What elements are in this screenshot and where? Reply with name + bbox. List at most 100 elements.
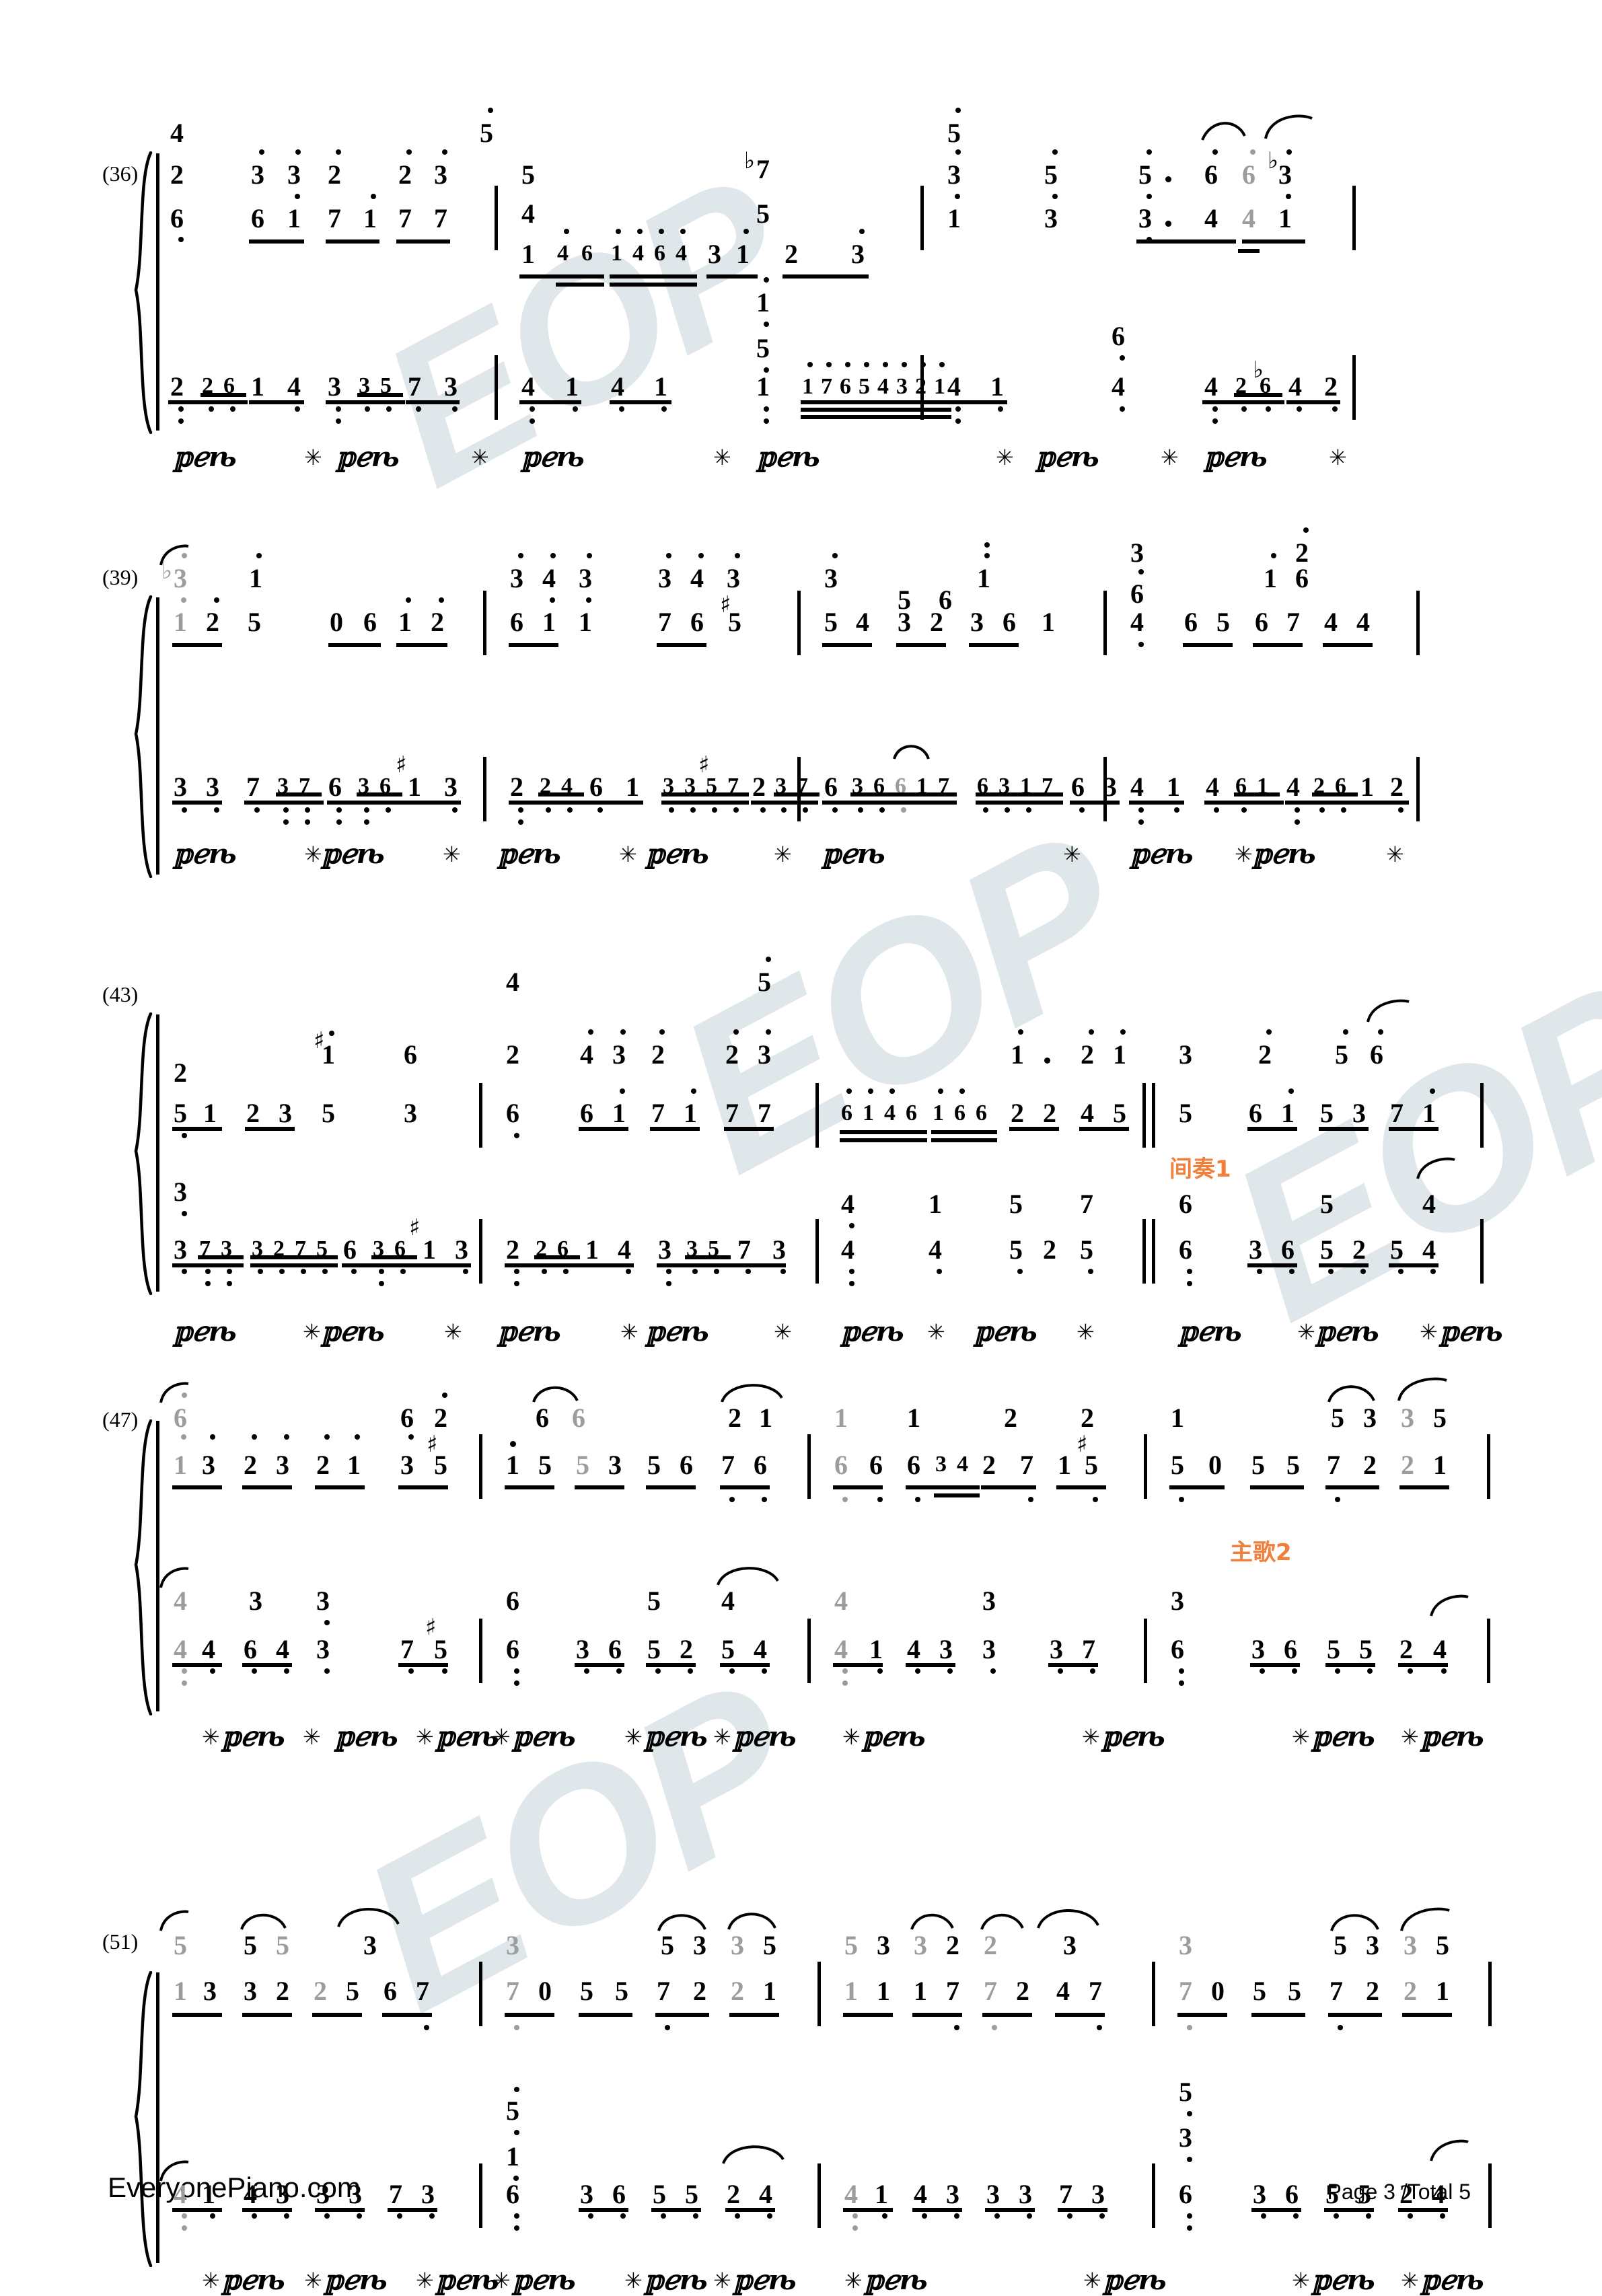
barline: [479, 1619, 482, 1683]
note: 5: [1085, 1450, 1098, 1480]
note: 6: [572, 1403, 585, 1433]
note: 6: [824, 772, 838, 802]
octave-dot-up: [329, 1031, 334, 1036]
note: 6: [954, 1101, 966, 1125]
octave-dot-down: [530, 406, 535, 412]
beam: [945, 400, 1007, 404]
beam: [172, 801, 222, 805]
note: 3: [576, 1634, 589, 1664]
octave-dot-down: [992, 2025, 997, 2030]
barline-end: [1352, 186, 1356, 250]
beam: [782, 274, 869, 279]
note: 6: [384, 1976, 397, 2006]
note: 5: [1009, 1189, 1023, 1219]
note: 5: [1359, 1634, 1373, 1664]
octave-dot-down: [803, 807, 808, 813]
note: 3: [939, 1634, 953, 1664]
note: 3: [658, 563, 671, 593]
note: 4: [834, 1634, 848, 1664]
octave-dot-down: [1093, 1497, 1098, 1502]
note: 1: [802, 374, 813, 399]
note: 5: [756, 198, 770, 229]
beam: [327, 801, 408, 805]
note: 6: [328, 772, 342, 802]
note: 4: [1204, 203, 1218, 233]
octave-dot-down: [983, 807, 988, 813]
beam: [1169, 1485, 1225, 1489]
octave-dot-down: [764, 322, 769, 327]
note: 5: [1216, 607, 1230, 637]
octave-dot-up: [733, 1029, 739, 1035]
pedal-down-mark: 𝕡ℯѣ: [436, 2264, 499, 2296]
octave-dot-down: [1026, 807, 1031, 813]
note: 1: [626, 772, 639, 802]
octave-dot-up: [902, 362, 907, 367]
beam: [833, 1663, 883, 1667]
octave-dot-down: [767, 2213, 772, 2219]
beam: [801, 400, 951, 404]
note: 6: [1179, 2179, 1192, 2209]
octave-dot-up: [620, 1088, 625, 1094]
note: 5: [1179, 1098, 1192, 1128]
note: 2: [752, 772, 766, 802]
octave-dot-up: [868, 1088, 873, 1094]
note: 1: [1436, 1976, 1449, 2006]
beam: [981, 1485, 1036, 1489]
note: 6: [580, 1098, 593, 1128]
octave-dot-down: [852, 2225, 858, 2231]
note: 1: [990, 371, 1004, 402]
octave-dot-up: [959, 1088, 965, 1094]
note: 6: [1171, 1634, 1184, 1664]
note: 1: [1171, 1403, 1184, 1433]
note: 4: [929, 1234, 942, 1265]
augmentation-dot: [1165, 176, 1171, 182]
octave-dot-down: [877, 1668, 883, 1674]
note: 5: [580, 1976, 593, 2006]
beam: [242, 2013, 292, 2017]
octave-dot-down: [573, 406, 578, 412]
pedal-down-mark: 𝕡ℯѣ: [865, 2264, 928, 2296]
note: 7: [246, 772, 260, 802]
octave-dot-up: [955, 149, 961, 155]
octave-dot-down: [364, 819, 369, 825]
octave-dot-down: [386, 807, 391, 813]
note: 6: [1003, 607, 1016, 637]
octave-dot-up: [938, 1088, 943, 1094]
octave-dot-down: [1335, 1497, 1340, 1502]
note: 2: [1043, 1234, 1056, 1265]
note: 2: [1016, 1976, 1029, 2006]
note: 5: [248, 607, 261, 637]
octave-dot-up: [616, 229, 621, 234]
octave-dot-up: [659, 1029, 665, 1035]
note: 4: [1056, 1976, 1070, 2006]
octave-dot-down: [1332, 406, 1338, 412]
note: 1: [585, 1234, 599, 1265]
octave-dot-up: [691, 1088, 696, 1094]
note: 4: [1286, 772, 1300, 802]
note: 1: [877, 1976, 890, 2006]
note: 6: [506, 2179, 519, 2209]
note: 3: [1063, 1930, 1077, 1960]
octave-dot-down: [616, 1668, 622, 1674]
note: 5: [1113, 1098, 1126, 1128]
octave-dot-up: [984, 542, 990, 548]
note: 5: [1288, 1976, 1301, 2006]
pedal-up-mark: ✳: [1161, 445, 1179, 470]
octave-dot-down: [1367, 1668, 1373, 1674]
octave-dot-down: [1138, 819, 1144, 825]
pedal-down-mark: 𝕡ℯѣ: [757, 441, 820, 473]
note: 4: [521, 371, 535, 402]
note: 3: [244, 1976, 257, 2006]
barline: [479, 1962, 482, 2026]
section-marker-verse: 主歌2: [1230, 1539, 1292, 1566]
octave-dot-up: [1089, 1029, 1094, 1035]
note: 6: [363, 607, 377, 637]
pedal-down-mark: 𝕡ℯѣ: [513, 2264, 576, 2296]
beam: [912, 2208, 962, 2212]
note: 3: [455, 1234, 468, 1265]
note: 3: [824, 563, 838, 593]
note: 3: [1130, 538, 1144, 568]
beam: [312, 2013, 362, 2017]
note: 5: [615, 1976, 628, 2006]
note: 5: [763, 1930, 776, 1960]
